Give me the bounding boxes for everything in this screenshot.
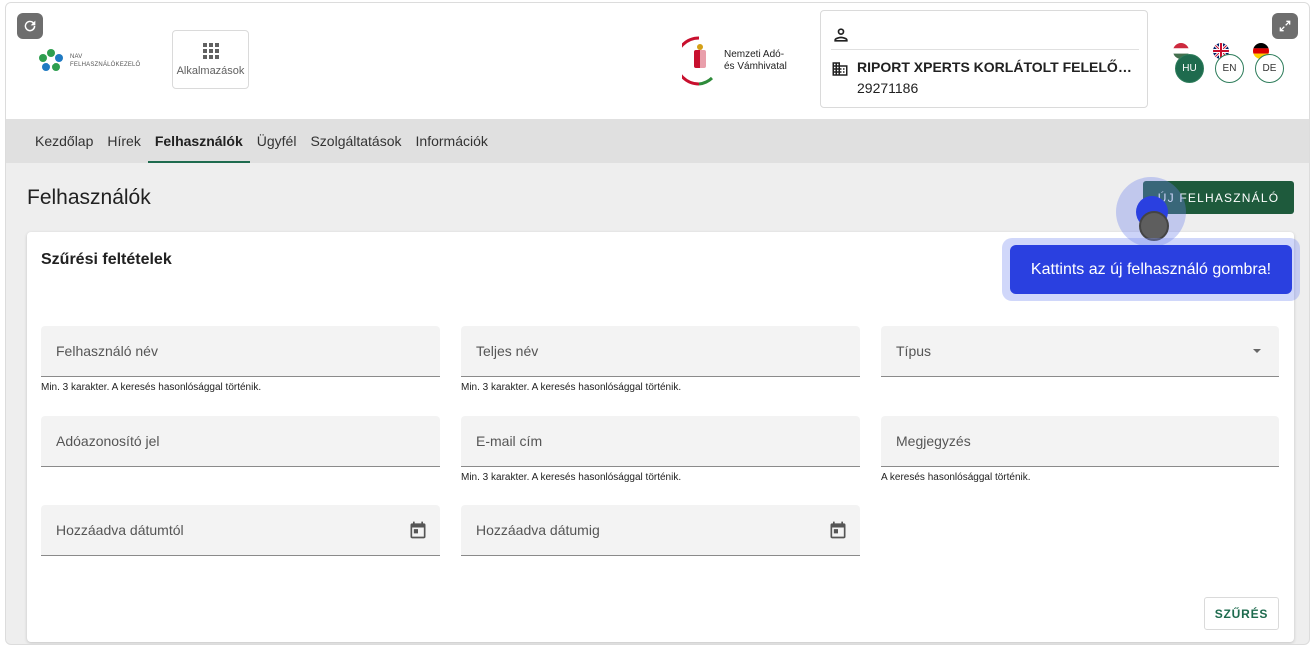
username-field[interactable]: Felhasználó név bbox=[41, 326, 440, 377]
taxid-field[interactable]: Adóazonosító jel bbox=[41, 416, 440, 467]
lang-de-label: DE bbox=[1255, 54, 1284, 83]
tab-ugyfel[interactable]: Ügyfél bbox=[250, 119, 304, 163]
lang-de[interactable]: DE bbox=[1253, 43, 1284, 83]
calendar-icon[interactable] bbox=[408, 520, 428, 540]
expand-icon[interactable] bbox=[1272, 13, 1298, 39]
nav-logo-icon bbox=[39, 49, 63, 71]
authority-line1: Nemzeti Adó- bbox=[724, 49, 785, 60]
lang-en[interactable]: EN bbox=[1213, 43, 1244, 83]
filter-button[interactable]: SZŰRÉS bbox=[1204, 597, 1279, 630]
tab-hirek[interactable]: Hírek bbox=[100, 119, 147, 163]
company-info: RIPORT XPERTS KORLÁTOLT FELELŐSSÉ… 29271… bbox=[831, 59, 1139, 96]
company-name: RIPORT XPERTS KORLÁTOLT FELELŐSSÉ… bbox=[857, 59, 1139, 75]
email-field[interactable]: E-mail cím bbox=[461, 416, 860, 467]
date-from-field[interactable]: Hozzáadva dátumtól bbox=[41, 505, 440, 556]
user-row[interactable] bbox=[831, 20, 1139, 50]
calendar-icon[interactable] bbox=[828, 520, 848, 540]
authority-line2: és Vámhivatal bbox=[724, 61, 787, 72]
tab-informaciok[interactable]: Információk bbox=[409, 119, 495, 163]
brand-line1: NAV bbox=[70, 54, 83, 60]
date-from-label: Hozzáadva dátumtól bbox=[56, 522, 184, 538]
taxid-label: Adóazonosító jel bbox=[56, 433, 160, 449]
note-field[interactable]: Megjegyzés bbox=[881, 416, 1279, 467]
dropdown-arrow-icon bbox=[1253, 349, 1261, 353]
app-frame: NAV FELHASZNÁLÓKEZELŐ Alkalmazások Nemze… bbox=[5, 2, 1310, 645]
apps-button[interactable]: Alkalmazások bbox=[172, 30, 249, 89]
type-label: Típus bbox=[896, 343, 932, 359]
cursor-icon bbox=[1139, 211, 1169, 241]
date-to-field[interactable]: Hozzáadva dátumig bbox=[461, 505, 860, 556]
tab-szolgaltatasok[interactable]: Szolgáltatások bbox=[303, 119, 408, 163]
username-hint: Min. 3 karakter. A keresés hasonlósággal… bbox=[41, 382, 262, 393]
fullname-label: Teljes név bbox=[476, 343, 539, 359]
building-icon bbox=[832, 62, 848, 76]
main-nav: Kezdőlap Hírek Felhasználók Ügyfél Szolg… bbox=[6, 119, 1309, 163]
authority-logo: Nemzeti Adó- és Vámhivatal bbox=[682, 36, 787, 86]
language-switcher: HU EN DE bbox=[1173, 43, 1284, 83]
apps-grid-icon bbox=[202, 42, 219, 59]
brand-line2: FELHASZNÁLÓKEZELŐ bbox=[70, 62, 141, 68]
email-label: E-mail cím bbox=[476, 433, 543, 449]
person-icon bbox=[834, 27, 848, 42]
username-label: Felhasználó név bbox=[56, 343, 158, 359]
date-to-label: Hozzáadva dátumig bbox=[476, 522, 600, 538]
note-label: Megjegyzés bbox=[896, 433, 971, 449]
lang-hu[interactable]: HU bbox=[1173, 43, 1204, 83]
fullname-hint: Min. 3 karakter. A keresés hasonlósággal… bbox=[461, 382, 682, 393]
nav-logo[interactable]: NAV FELHASZNÁLÓKEZELŐ bbox=[38, 48, 140, 74]
tutorial-tooltip[interactable]: Kattints az új felhasználó gombra! bbox=[1010, 245, 1292, 294]
company-id: 29271186 bbox=[857, 80, 919, 96]
tab-felhasznalok[interactable]: Felhasználók bbox=[147, 119, 250, 163]
apps-label: Alkalmazások bbox=[176, 64, 245, 77]
account-card[interactable]: RIPORT XPERTS KORLÁTOLT FELELŐSSÉ… 29271… bbox=[820, 10, 1148, 108]
lang-hu-label: HU bbox=[1175, 54, 1204, 83]
refresh-icon[interactable] bbox=[17, 13, 43, 39]
page-title: Felhasználók bbox=[27, 186, 151, 209]
fullname-field[interactable]: Teljes név bbox=[461, 326, 860, 377]
email-hint: Min. 3 karakter. A keresés hasonlósággal… bbox=[461, 472, 682, 483]
header: NAV FELHASZNÁLÓKEZELŐ Alkalmazások Nemze… bbox=[6, 3, 1309, 119]
lang-en-label: EN bbox=[1215, 54, 1244, 83]
crest-icon bbox=[682, 36, 714, 86]
tab-kezdolap[interactable]: Kezdőlap bbox=[28, 119, 100, 163]
filter-card-title: Szűrési feltételek bbox=[41, 251, 172, 268]
type-select[interactable]: Típus bbox=[881, 326, 1279, 377]
note-hint: A keresés hasonlósággal történik. bbox=[881, 472, 1031, 483]
